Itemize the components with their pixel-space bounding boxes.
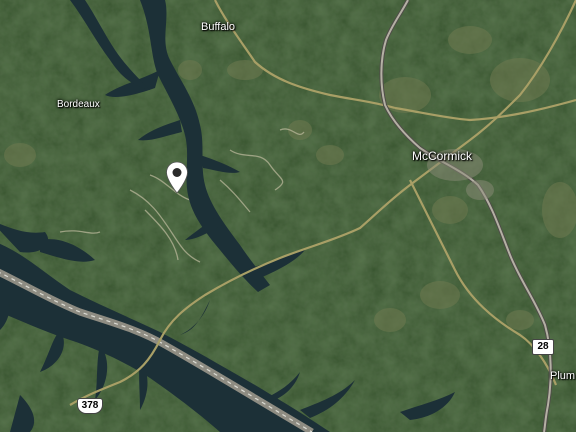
satellite-map[interactable]: Buffalo Bordeaux McCormick Plum 28 378 (0, 0, 576, 432)
route-shield-28: 28 (532, 339, 554, 355)
place-label-bordeaux: Bordeaux (57, 99, 100, 110)
place-label-buffalo: Buffalo (201, 21, 236, 33)
place-label-mccormick: McCormick (412, 149, 472, 163)
map-imagery (0, 0, 576, 432)
route-shield-378: 378 (77, 398, 103, 414)
location-pin-icon[interactable] (165, 161, 189, 195)
place-label-plum: Plum (550, 370, 576, 382)
